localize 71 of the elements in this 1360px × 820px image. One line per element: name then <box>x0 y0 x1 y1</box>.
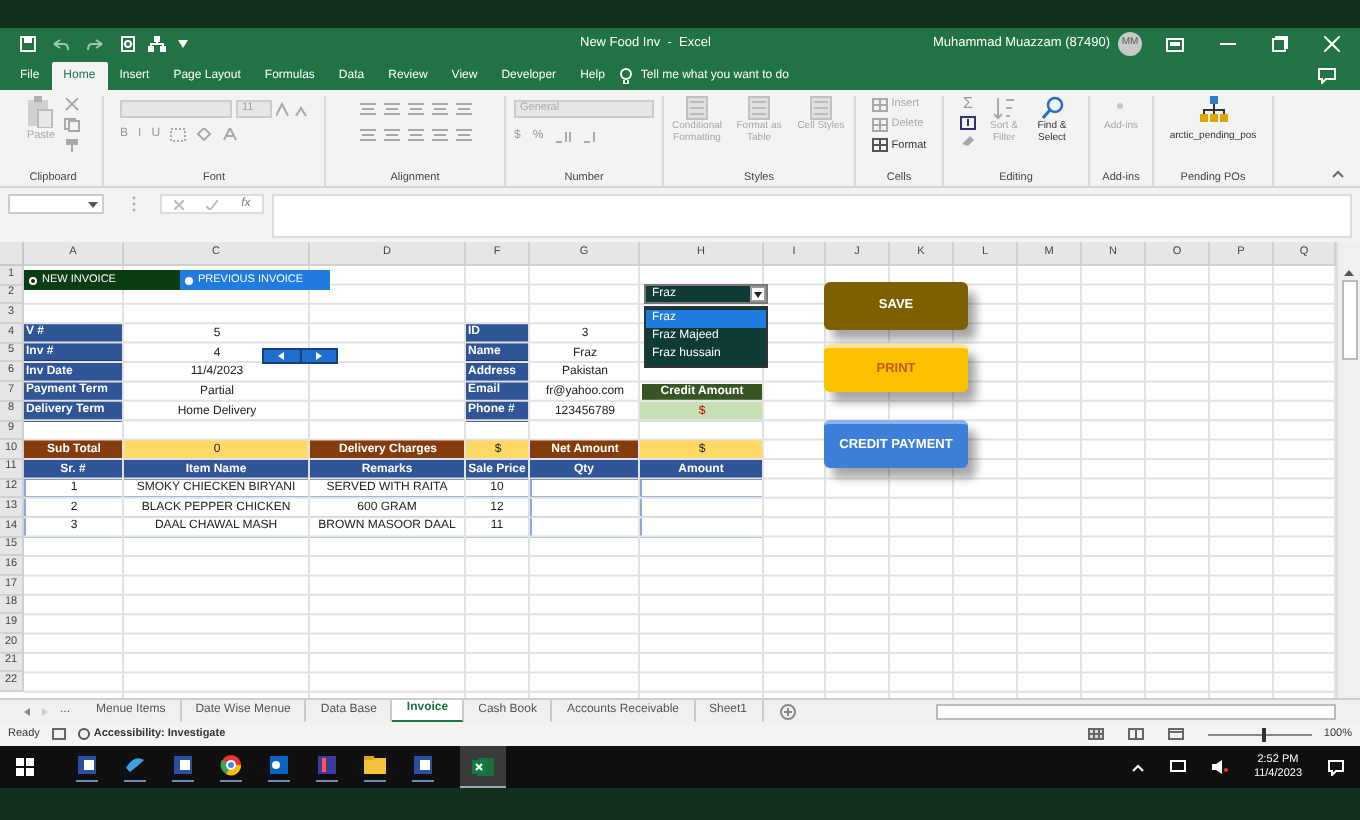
close-icon[interactable] <box>1324 36 1340 52</box>
collapse-ribbon-icon[interactable] <box>1332 170 1344 178</box>
grid-icon <box>871 97 888 112</box>
tab-left-icon[interactable] <box>24 707 30 715</box>
right-arrow-icon <box>315 352 322 360</box>
ribbon-display-icon[interactable] <box>1166 37 1184 51</box>
left-arrow-icon <box>278 352 285 360</box>
app-icon[interactable] <box>76 753 98 775</box>
add-sheet-icon[interactable] <box>779 703 796 719</box>
browser-icon[interactable] <box>220 753 242 775</box>
formula-input[interactable] <box>272 194 1352 238</box>
app-icon[interactable] <box>412 753 434 775</box>
folder-icon[interactable] <box>364 753 386 775</box>
fill-color-icon[interactable] <box>196 128 213 142</box>
windows-logo-icon[interactable] <box>16 758 34 776</box>
grid-icon <box>871 117 888 132</box>
cancel-icon[interactable] <box>173 199 184 209</box>
align-icon[interactable] <box>359 128 375 142</box>
chevron-up-icon[interactable] <box>1131 763 1144 771</box>
paste-icon[interactable] <box>26 96 55 128</box>
network-icon[interactable] <box>1199 96 1227 124</box>
align-icon[interactable] <box>455 128 471 142</box>
notification-icon[interactable] <box>1328 759 1344 775</box>
zoom-thumb[interactable] <box>1262 727 1267 741</box>
scrollbar-thumb[interactable] <box>1341 280 1357 360</box>
scissors-icon[interactable] <box>63 98 80 112</box>
font-color-icon[interactable] <box>222 128 239 142</box>
align-icon[interactable] <box>431 102 447 116</box>
align-icon[interactable] <box>359 102 375 116</box>
align-icon[interactable] <box>407 128 423 142</box>
border-icon[interactable] <box>170 128 187 142</box>
comments-icon[interactable] <box>1318 68 1336 84</box>
horizontal-scrollbar[interactable] <box>936 703 1336 719</box>
restore-icon[interactable] <box>1272 36 1288 52</box>
app-icon[interactable] <box>316 753 338 775</box>
grow-font-icon[interactable] <box>276 102 290 116</box>
align-icon[interactable] <box>431 128 447 142</box>
print-preview-icon[interactable] <box>120 36 136 52</box>
align-icon[interactable] <box>407 102 423 116</box>
caret-icon <box>88 201 98 207</box>
name-box[interactable] <box>8 194 104 214</box>
sort-icon[interactable] <box>993 96 1015 120</box>
hierarchy-icon[interactable] <box>148 36 166 52</box>
page-break-icon[interactable] <box>1167 728 1184 740</box>
copy-icon[interactable] <box>63 118 80 132</box>
undo-icon[interactable] <box>52 37 70 51</box>
grid-icon <box>871 138 888 153</box>
format-painter-icon[interactable] <box>63 138 80 152</box>
scroll-up-icon <box>1344 270 1354 276</box>
speaker-icon[interactable] <box>1211 760 1228 774</box>
align-icon[interactable] <box>383 102 399 116</box>
app-icon[interactable] <box>172 753 194 775</box>
font-name-field[interactable] <box>120 100 232 118</box>
bird-icon[interactable] <box>124 753 146 775</box>
page-layout-icon[interactable] <box>1127 728 1144 740</box>
decrease-decimal-icon[interactable] <box>583 130 600 144</box>
lightbulb-icon[interactable] <box>620 68 633 84</box>
save-icon <box>20 36 36 52</box>
redo-icon[interactable] <box>86 37 104 51</box>
align-icon[interactable] <box>455 102 471 116</box>
spreadsheet-app-icon[interactable] <box>472 755 494 777</box>
vertical-scrollbar[interactable] <box>1336 242 1360 698</box>
customize-caret-icon[interactable] <box>178 40 188 48</box>
align-icon[interactable] <box>383 128 399 142</box>
search-icon[interactable] <box>1041 96 1063 120</box>
shrink-font-icon[interactable] <box>294 102 308 116</box>
increase-decimal-icon[interactable] <box>555 130 572 144</box>
check-icon[interactable] <box>206 199 219 209</box>
normal-view-icon[interactable] <box>1087 728 1104 740</box>
dropdown-arrow-icon <box>754 291 762 297</box>
accessibility-icon <box>77 728 90 740</box>
